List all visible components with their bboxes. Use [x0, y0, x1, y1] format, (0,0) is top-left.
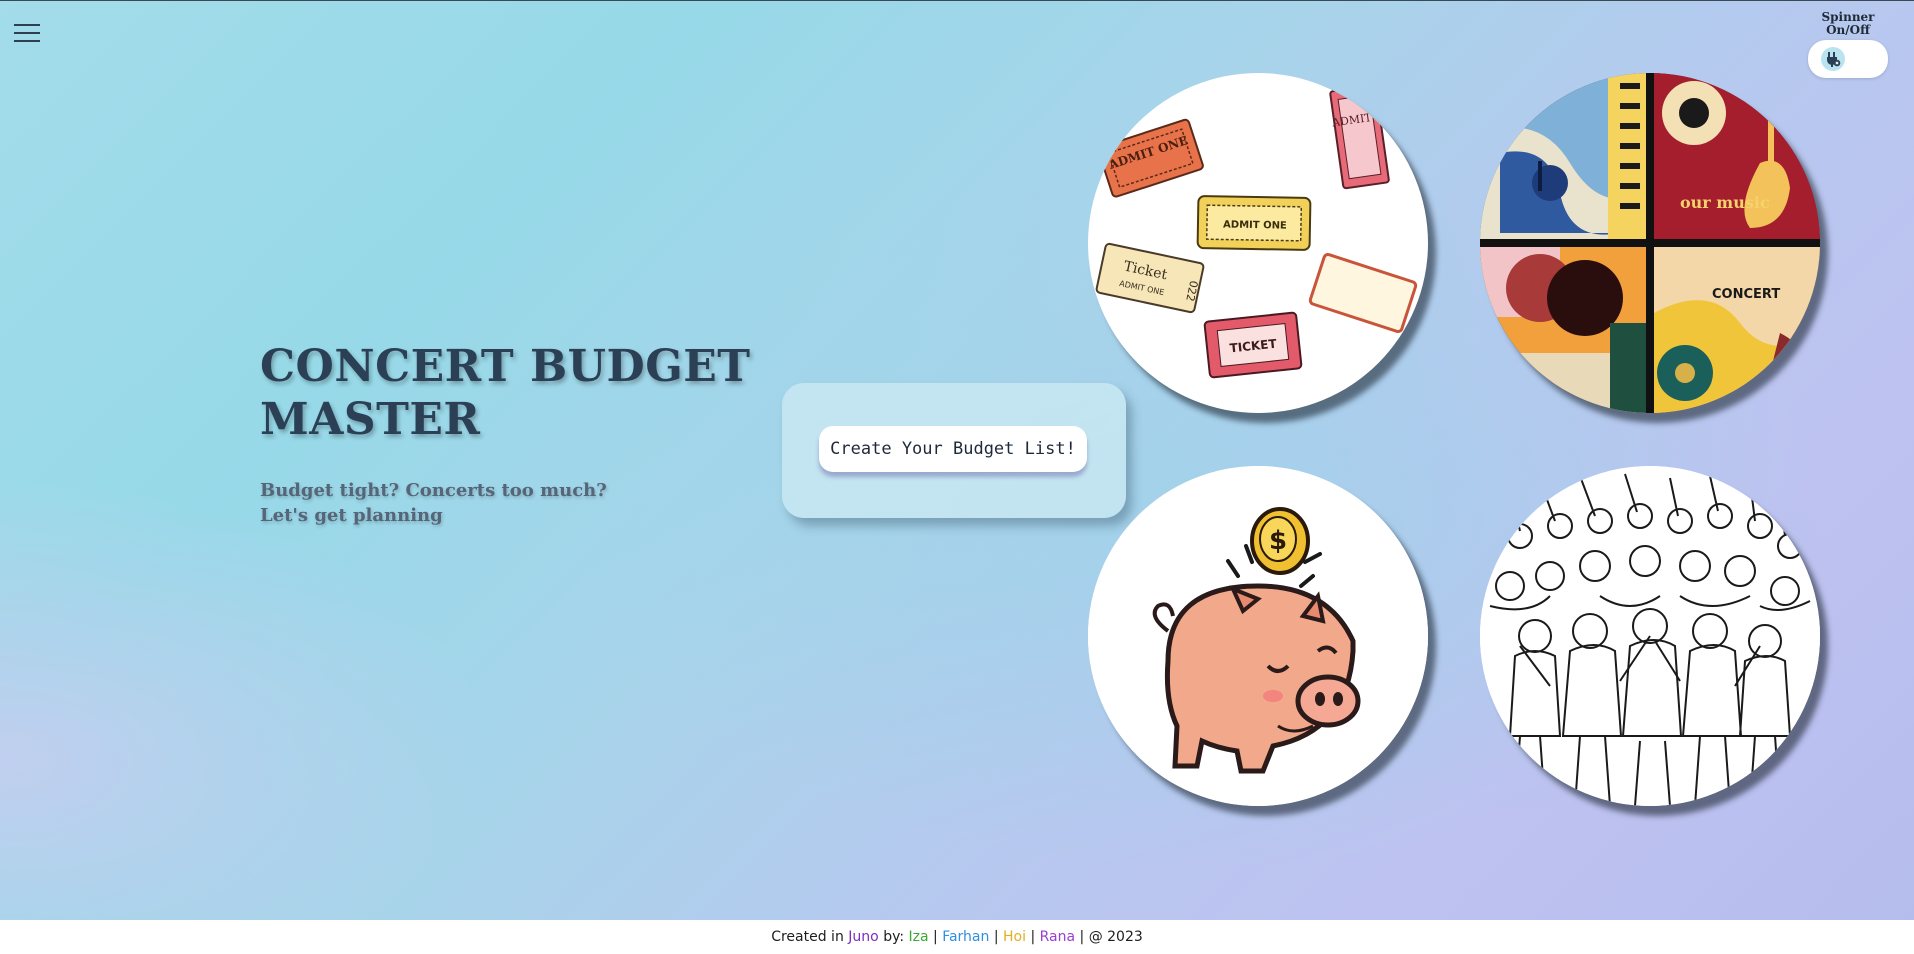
footer-copyright: @ 2023: [1088, 929, 1143, 945]
ticket-text-3: ADMIT ONE: [1223, 219, 1287, 231]
ticket-yellow: ADMIT ONE: [1196, 195, 1312, 251]
crowd-image: [1480, 466, 1820, 806]
create-budget-list-button[interactable]: Create Your Budget List!: [819, 426, 1087, 472]
footer-link-iza[interactable]: Iza: [909, 929, 929, 945]
footer: Created in Juno by: Iza | Farhan | Hoi |…: [0, 920, 1914, 954]
footer-separator: |: [1030, 929, 1036, 945]
footer-prefix: Created in: [771, 929, 844, 945]
footer-link-hoi[interactable]: Hoi: [1003, 929, 1026, 945]
spinner-toggle[interactable]: [1808, 40, 1888, 78]
plug-icon: [1827, 52, 1841, 67]
ticket-cream: Ticket ADMIT ONE 022: [1095, 242, 1205, 314]
ticket-red-outline: [1308, 252, 1418, 334]
top-border: [0, 0, 1914, 1]
ticket-orange: ADMIT ONE: [1097, 118, 1204, 198]
hamburger-menu-icon[interactable]: [14, 22, 40, 44]
tickets-image: ADMIT ONE ADMIT 1 ADMIT ONE Ticket ADMIT…: [1088, 73, 1428, 413]
ticket-red: TICKET: [1203, 311, 1303, 379]
cta-card: Create Your Budget List!: [782, 383, 1126, 518]
footer-link-juno[interactable]: Juno: [848, 929, 878, 945]
footer-separator: |: [1079, 929, 1085, 945]
piggy-bank-image: $: [1088, 466, 1428, 806]
collage-text-our-music: our music: [1680, 193, 1770, 212]
footer-link-farhan[interactable]: Farhan: [942, 929, 989, 945]
footer-by: by:: [883, 929, 905, 945]
ticket-pink: ADMIT 1: [1329, 84, 1390, 190]
collage-text-concert: CONCERT: [1712, 287, 1780, 302]
menu-bar-2: [14, 32, 40, 34]
footer-link-rana[interactable]: Rana: [1040, 929, 1075, 945]
footer-separator: |: [993, 929, 999, 945]
spinner-toggle-knob[interactable]: [1821, 47, 1845, 71]
footer-separator: |: [933, 929, 938, 945]
menu-bar-1: [14, 24, 40, 26]
coin-dollar-sign: $: [1269, 526, 1287, 556]
subtitle-line-1: Budget tight? Concerts too much?: [260, 480, 607, 501]
subtitle-line-2: Let's get planning: [260, 505, 443, 526]
spinner-toggle-label: Spinner On/Off: [1821, 10, 1875, 37]
hero-subtitle: Budget tight? Concerts too much? Let's g…: [260, 478, 680, 528]
page-title: CONCERT BUDGET MASTER: [260, 341, 751, 445]
menu-bar-3: [14, 40, 40, 42]
music-collage-image: our music CONCERT: [1480, 73, 1820, 413]
